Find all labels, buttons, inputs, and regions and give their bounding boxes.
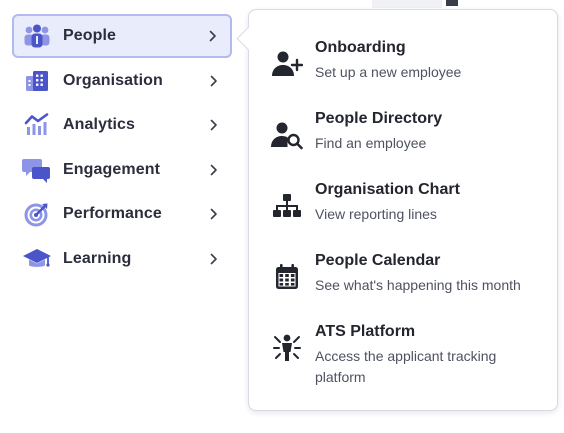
nav-label: Learning bbox=[63, 249, 132, 267]
chevron-right-icon bbox=[209, 74, 219, 88]
people-group-icon bbox=[22, 21, 52, 51]
background-fragment bbox=[446, 0, 458, 6]
building-icon bbox=[22, 66, 52, 96]
menu-item-title: Organisation Chart bbox=[315, 181, 460, 198]
nav-item-people[interactable]: People bbox=[12, 14, 232, 58]
menu-item-onboarding[interactable]: Onboarding Set up a new employee bbox=[269, 38, 539, 83]
user-search-icon bbox=[269, 117, 305, 153]
nav-label: Performance bbox=[63, 205, 162, 223]
chevron-right-icon bbox=[209, 252, 219, 266]
menu-item-people-calendar[interactable]: People Calendar See what's happening thi… bbox=[269, 251, 539, 296]
nav-item-learning[interactable]: Learning bbox=[12, 238, 232, 280]
menu-item-title: People Directory bbox=[315, 110, 443, 127]
chevron-right-icon bbox=[209, 207, 219, 221]
user-plus-icon bbox=[269, 46, 305, 82]
nav-label: Organisation bbox=[63, 71, 163, 89]
menu-item-title: People Calendar bbox=[315, 252, 441, 269]
menu-item-title: ATS Platform bbox=[315, 323, 416, 340]
nav-label: Engagement bbox=[63, 160, 161, 178]
menu-item-description: Set up a new employee bbox=[315, 64, 462, 80]
nav-item-analytics[interactable]: Analytics bbox=[12, 104, 232, 146]
nav-item-engagement[interactable]: Engagement bbox=[12, 149, 232, 191]
chevron-right-icon bbox=[209, 118, 219, 132]
chevron-right-icon bbox=[208, 29, 218, 43]
chevron-right-icon bbox=[209, 163, 219, 177]
menu-item-description: View reporting lines bbox=[315, 206, 437, 222]
menu-item-people-directory[interactable]: People Directory Find an employee bbox=[269, 109, 539, 154]
target-icon bbox=[22, 199, 52, 229]
calendar-icon bbox=[269, 259, 305, 295]
menu-item-title: Onboarding bbox=[315, 39, 406, 56]
sidebar-nav: People Organisation Analytics Engagement… bbox=[12, 14, 232, 283]
navigation-menu: People Organisation Analytics Engagement… bbox=[0, 0, 564, 433]
menu-item-description: See what's happening this month bbox=[315, 277, 521, 293]
menu-item-ats-platform[interactable]: ATS Platform Access the applicant tracki… bbox=[269, 322, 539, 388]
analytics-chart-icon bbox=[22, 110, 52, 140]
nav-label: People bbox=[63, 27, 117, 44]
nav-label: Analytics bbox=[63, 116, 136, 134]
nav-item-organisation[interactable]: Organisation bbox=[12, 60, 232, 102]
org-chart-icon bbox=[269, 188, 305, 224]
people-flyout-panel: Onboarding Set up a new employee People … bbox=[248, 9, 558, 411]
background-fragment bbox=[372, 0, 442, 8]
menu-item-description: Find an employee bbox=[315, 135, 427, 151]
menu-item-description: Access the applicant tracking platform bbox=[315, 348, 497, 385]
applicant-figure-icon bbox=[269, 330, 305, 366]
chat-bubbles-icon bbox=[22, 155, 52, 185]
menu-item-organisation-chart[interactable]: Organisation Chart View reporting lines bbox=[269, 180, 539, 225]
graduation-cap-icon bbox=[22, 244, 52, 274]
nav-item-performance[interactable]: Performance bbox=[12, 193, 232, 235]
